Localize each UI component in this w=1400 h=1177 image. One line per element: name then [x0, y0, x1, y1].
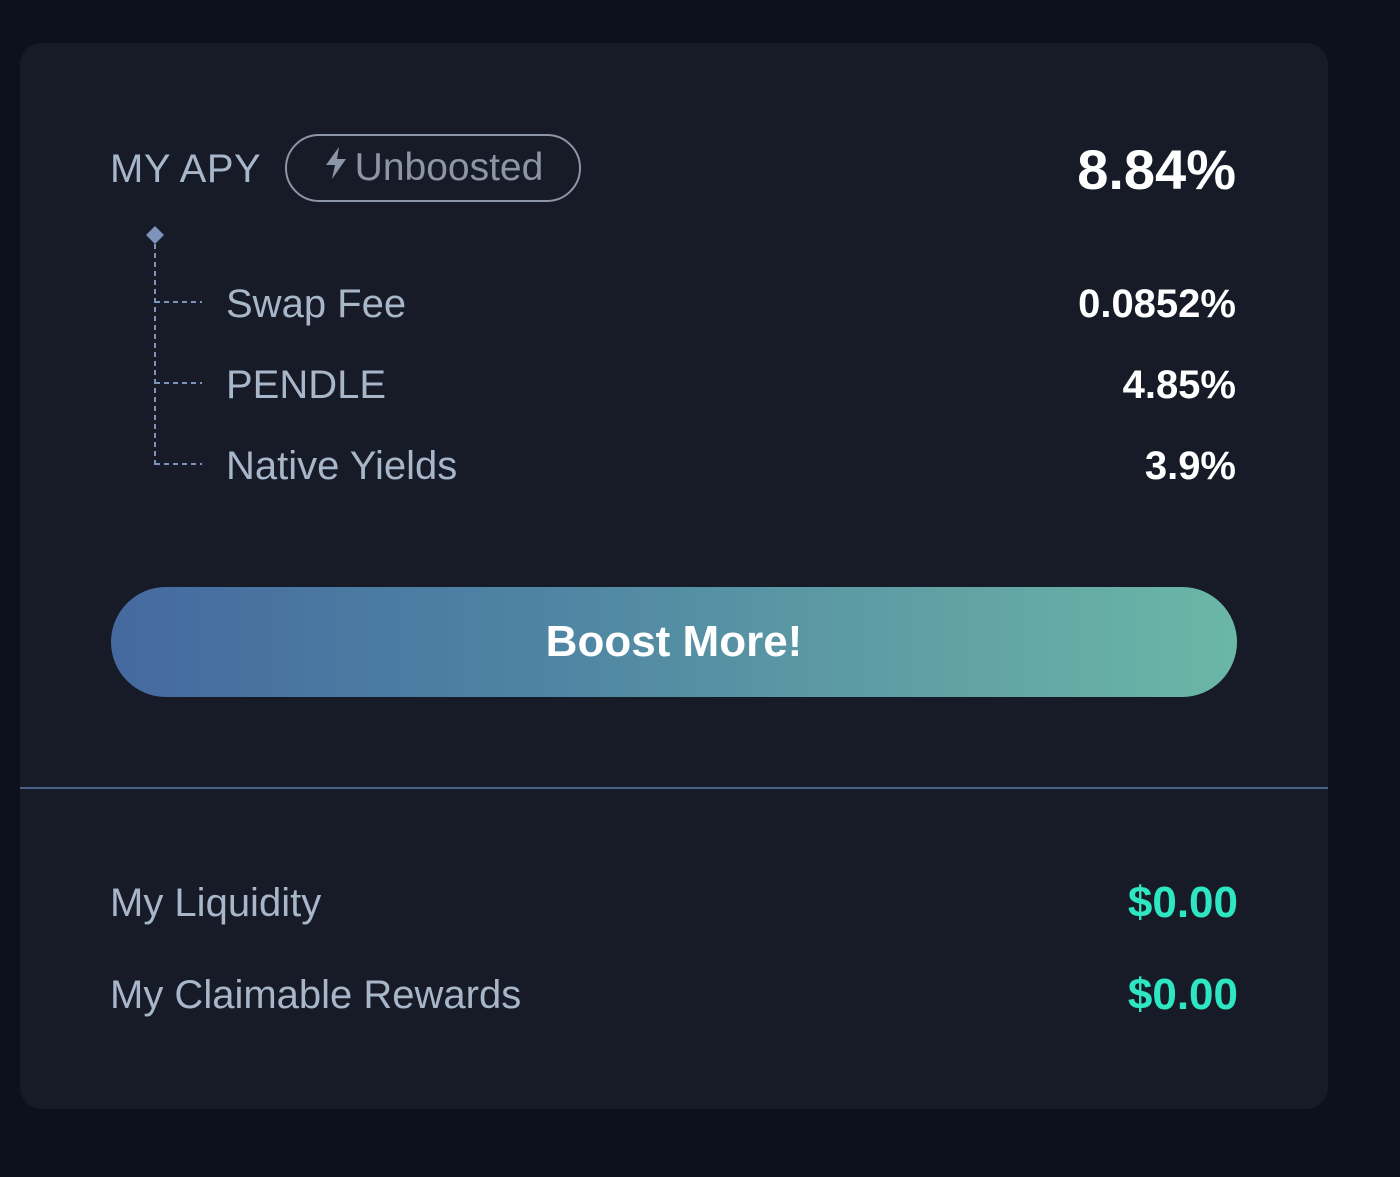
my-liquidity-label: My Liquidity	[110, 881, 322, 925]
breakdown-tree-connector	[146, 226, 202, 465]
boost-more-button[interactable]: Boost More!	[111, 587, 1237, 697]
pendle-label: PENDLE	[226, 363, 387, 407]
apy-card: MY APY Unboosted 8.84% Swap Fee 0.0852% …	[20, 43, 1328, 1109]
my-liquidity-value: $0.00	[1127, 878, 1238, 927]
my-claimable-rewards-value: $0.00	[1127, 970, 1238, 1019]
swap-fee-value: 0.0852%	[1078, 282, 1236, 326]
unboosted-badge: Unboosted	[285, 134, 581, 202]
badge-label: Unboosted	[354, 146, 544, 189]
pendle-value: 4.85%	[1122, 363, 1236, 407]
native-yields-label: Native Yields	[226, 444, 458, 488]
apy-value: 8.84%	[1077, 138, 1236, 201]
swap-fee-label: Swap Fee	[226, 282, 407, 326]
my-apy-label: MY APY	[110, 147, 262, 191]
section-divider	[20, 787, 1328, 789]
native-yields-value: 3.9%	[1144, 444, 1236, 488]
my-claimable-rewards-label: My Claimable Rewards	[110, 973, 522, 1017]
lightning-icon	[323, 145, 349, 191]
